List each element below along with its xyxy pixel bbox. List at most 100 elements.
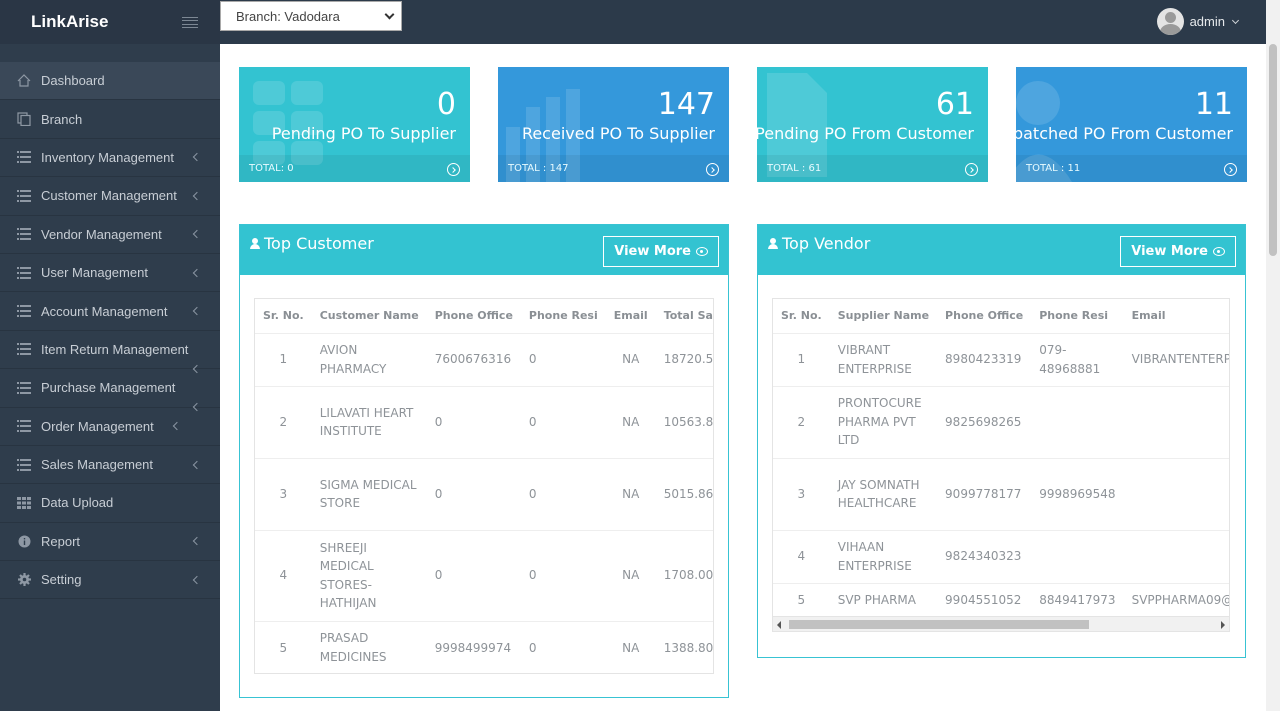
- table-row[interactable]: 3 SIGMA MEDICAL STORE 0 0 NA 5015.86: [255, 457, 713, 530]
- user-menu[interactable]: admin: [1156, 8, 1240, 35]
- copy-icon: [16, 112, 32, 127]
- table-cell: 1: [773, 332, 830, 386]
- chevron-down-icon: [384, 9, 395, 20]
- sidebar-item-label: Order Management: [41, 418, 154, 434]
- table-cell: NA: [605, 332, 656, 386]
- arrow-circle-right-icon[interactable]: [447, 163, 460, 176]
- table-cell: 1708.00: [655, 529, 713, 621]
- table-row[interactable]: 2LILAVATI HEART INSTITUTE00NA10563.84: [255, 385, 713, 458]
- table-row[interactable]: 3 JAY SOMNATH HEALTHCARE 9099778177 9998969…: [773, 457, 1229, 530]
- arrow-circle-right-icon[interactable]: [1224, 163, 1237, 176]
- card-value: 61: [935, 87, 974, 122]
- list-icon: [16, 419, 32, 433]
- card-received-po-to-supplier[interactable]: 147 Received PO To Supplier TOTAL : 147: [498, 67, 729, 182]
- sidebar-item-item-return-management[interactable]: Item Return Management: [0, 331, 220, 370]
- sidebar-item-order-management[interactable]: Order Management: [0, 408, 220, 446]
- table-cell: AVION PHARMACY: [311, 332, 427, 386]
- table-cell: 4: [773, 529, 830, 583]
- sidebar-item-data-upload[interactable]: Data Upload: [0, 484, 220, 523]
- table-cell: 9904551052: [937, 582, 1032, 616]
- arrow-circle-right-icon[interactable]: [706, 163, 719, 176]
- chevron-left-icon: [192, 153, 202, 162]
- card-pending-po-from-customer[interactable]: 61 Pending PO From Customer TOTAL : 61: [757, 67, 988, 182]
- horizontal-scrollbar-thumb[interactable]: [789, 620, 1089, 629]
- user-name: admin: [1189, 14, 1225, 29]
- table-cell: 8980423319: [937, 332, 1032, 386]
- table-cell: NA: [605, 620, 656, 673]
- card-pending-po-to-supplier[interactable]: 0 Pending PO To Supplier TOTAL: 0: [239, 67, 470, 182]
- table-cell: [1031, 529, 1124, 583]
- table-row[interactable]: 1 VIBRANT ENTERPRISE 8980423319 079-4896888…: [773, 332, 1229, 386]
- view-more-button[interactable]: View More: [1120, 236, 1236, 267]
- card-total: TOTAL : 147: [508, 163, 569, 174]
- sidebar-item-branch[interactable]: Branch: [0, 100, 220, 139]
- list-icon: [16, 458, 32, 472]
- sidebar-item-label: Inventory Management: [41, 149, 174, 165]
- card-value: 11: [1194, 87, 1233, 122]
- panel-title-text: Top Vendor: [782, 234, 871, 253]
- card-total: TOTAL : 61: [767, 163, 822, 174]
- sidebar-item-setting[interactable]: Setting: [0, 561, 220, 600]
- card-total: TOTAL : 11: [1026, 163, 1081, 174]
- horizontal-scrollbar[interactable]: [773, 616, 1229, 631]
- sidebar-item-vendor-management[interactable]: Vendor Management: [0, 216, 220, 254]
- panel-title: Top Customer: [250, 234, 374, 253]
- sidebar-item-account-management[interactable]: Account Management: [0, 292, 220, 331]
- table-cell: [1123, 457, 1229, 530]
- sidebar-item-inventory-management[interactable]: Inventory Management: [0, 139, 220, 178]
- table-cell: 18720.58: [655, 332, 713, 386]
- table-cell: SVP PHARMA: [829, 582, 938, 616]
- sidebar-item-dashboard[interactable]: Dashboard: [0, 62, 220, 101]
- table-cell: SHREEJI MEDICAL STORES-HATHIJAN: [311, 529, 427, 621]
- sidebar-item-sales-management[interactable]: Sales Management: [0, 446, 220, 485]
- table-row[interactable]: 5 PRASAD MEDICINES 9998499974 0 NA 1388.80: [255, 620, 713, 673]
- sidebar-item-label: Dashboard: [41, 73, 105, 89]
- customer-table-wrap: Sr. No. Customer Name Phone Office Phone Re…: [254, 298, 714, 674]
- panel-title-text: Top Customer: [264, 234, 374, 253]
- card-value: 0: [436, 87, 456, 122]
- table-row[interactable]: 4 SHREEJI MEDICAL STORES-HATHIJAN 0 0 NA 1708…: [255, 529, 713, 621]
- table-cell: 4: [255, 529, 312, 621]
- table-cell: 9998969548: [1031, 457, 1124, 530]
- sidebar-item-purchase-management[interactable]: Purchase Management: [0, 369, 220, 408]
- card-dispatched-po-from-customer[interactable]: 11 Dispatched PO From Customer TOTAL : 1…: [1016, 67, 1247, 182]
- top-vendor-panel: Top Vendor View More Sr. No. Supplier Nam…: [757, 224, 1246, 658]
- info-icon: [16, 534, 32, 548]
- branch-select[interactable]: Branch: Vadodara: [220, 1, 402, 31]
- list-icon: [16, 189, 32, 203]
- card-title: Pending PO From Customer: [757, 124, 974, 143]
- table-header-cell: Email: [613, 309, 648, 323]
- sidebar-item-label: Customer Management: [41, 188, 177, 204]
- sidebar-item-user-management[interactable]: User Management: [0, 254, 220, 293]
- sidebar-item-report[interactable]: Report: [0, 523, 220, 562]
- sidebar-item-customer-management[interactable]: Customer Management: [0, 177, 220, 216]
- table-cell: SVPPHARMA09@G: [1123, 582, 1229, 616]
- hamburger-menu-icon[interactable]: [182, 17, 198, 28]
- table-row[interactable]: 5 SVP PHARMA 9904551052 8849417973 SVPPHARMA…: [773, 582, 1229, 616]
- page-scrollbar[interactable]: [1266, 0, 1280, 711]
- chevron-left-icon: [192, 537, 202, 546]
- table-row[interactable]: 2 PRONTOCURE PHARMA PVT LTD 9825698265: [773, 385, 1229, 458]
- table-cell: 1: [255, 332, 312, 386]
- table-row[interactable]: 1AVION PHARMACY76006763160NA18720.58: [255, 332, 713, 386]
- arrow-circle-right-icon[interactable]: [965, 163, 978, 176]
- view-more-button[interactable]: View More: [603, 236, 719, 267]
- vendor-table-wrap: Sr. No. Supplier Name Phone Office Phone Re…: [772, 298, 1230, 632]
- view-more-label: View More: [614, 244, 691, 259]
- list-icon: [16, 342, 32, 356]
- card-title: Received PO To Supplier: [521, 124, 715, 143]
- brand-header: LinkArise: [0, 0, 220, 44]
- table-header-cell: Phone Resi: [528, 309, 598, 323]
- table-row[interactable]: 4 VIHAAN ENTERPRISE 9824340323: [773, 529, 1229, 583]
- table-header-cell: Phone Office: [434, 309, 513, 323]
- customer-table: Sr. No. Customer Name Phone Office Phone Re…: [255, 299, 713, 673]
- scroll-right-icon[interactable]: [1221, 621, 1225, 629]
- card-title: Pending PO To Supplier: [271, 124, 456, 143]
- table-cell: 10563.84: [655, 385, 713, 458]
- table-cell: 0: [426, 457, 521, 530]
- scroll-left-icon[interactable]: [777, 621, 781, 629]
- page-scrollbar-thumb[interactable]: [1269, 44, 1277, 256]
- table-cell: 3: [773, 457, 830, 530]
- sidebar-item-label: Data Upload: [41, 495, 114, 511]
- brand-logo[interactable]: LinkArise: [31, 12, 108, 32]
